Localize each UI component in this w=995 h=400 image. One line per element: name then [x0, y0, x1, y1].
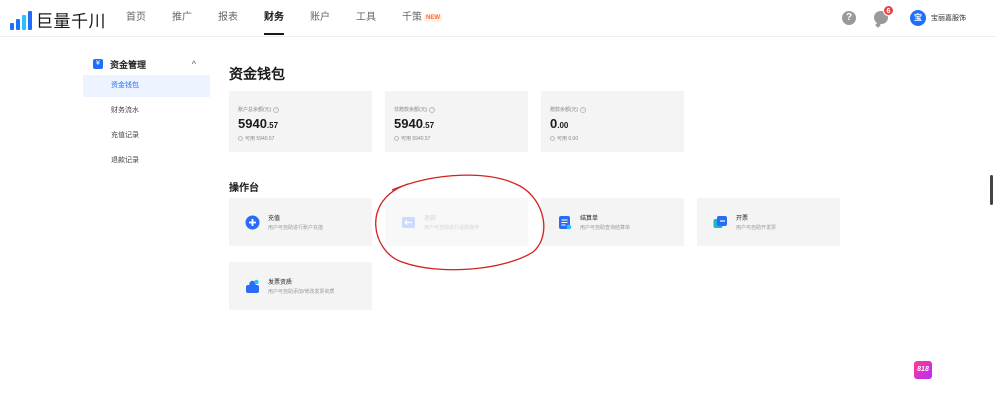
avatar[interactable]: 宝 [910, 10, 926, 26]
message-count-badge: 6 [883, 5, 894, 16]
stat-available: 可用 5940.57 [245, 136, 275, 142]
stat-card-total-balance: 账户总余额(元) ? 5940.57 可用 5940.57 [229, 91, 372, 152]
info-icon[interactable]: ? [580, 106, 587, 113]
refund-icon [401, 215, 416, 230]
op-name: 充值 [268, 216, 281, 222]
nav-qiance[interactable]: 千策 NEW [389, 0, 455, 37]
yuan-icon: ¥ [93, 59, 103, 69]
stat-value: 0.00 [550, 116, 675, 131]
op-card-invoice-qualification[interactable]: 发票资质 用户可自助添加/修改发票资质 [229, 262, 372, 310]
info-icon[interactable]: ? [273, 106, 280, 113]
sidebar-item-recharge-records[interactable]: 充值记录 [83, 125, 210, 147]
logo[interactable]: 巨量千川 [10, 7, 106, 32]
nav-qiance-label: 千策 [402, 12, 422, 23]
logo-mark-icon [10, 10, 32, 30]
stat-label: 非赠款余额(元) [394, 107, 428, 113]
op-name: 结算单 [580, 216, 599, 222]
stat-value-dec: .57 [266, 121, 279, 130]
nav-finance[interactable]: 财务 [251, 0, 297, 37]
info-icon[interactable]: ? [429, 106, 436, 113]
stat-value-int: 5940 [238, 116, 267, 131]
sidebar-group-fund-management[interactable]: ¥ 资金管理 ^ [83, 56, 210, 72]
new-badge: NEW [424, 14, 442, 22]
stat-value-int: 5940 [394, 116, 423, 131]
op-card-refund[interactable]: 退款 用户可自助进行退款操作 [385, 198, 528, 246]
sidebar: ¥ 资金管理 ^ 资金钱包 财务流水 充值记录 退款记录 [83, 56, 210, 172]
stat-sub-row: 可用 5940.57 [394, 135, 519, 142]
invoice-icon [713, 215, 728, 230]
stat-available: 可用 5940.57 [401, 136, 431, 142]
scrollbar-handle[interactable] [990, 175, 993, 205]
op-card-recharge[interactable]: 充值 用户可自助进行账户充值 [229, 198, 372, 246]
statement-icon [557, 215, 572, 230]
stat-label-row: 非赠款余额(元) ? [394, 106, 519, 113]
nav-account[interactable]: 账户 [297, 0, 343, 37]
stat-sub-row: 可用 0.00 [550, 135, 675, 142]
nav-reports[interactable]: 报表 [205, 0, 251, 37]
op-text: 退款 用户可自助进行退款操作 [424, 213, 479, 231]
op-desc: 用户可自助进行账户充值 [268, 225, 324, 231]
op-text: 发票资质 用户可自助添加/修改发票资质 [268, 277, 334, 295]
stat-value: 5940.57 [238, 116, 363, 131]
op-name: 开票 [736, 216, 749, 222]
nav-tools[interactable]: 工具 [343, 0, 389, 37]
sidebar-item-transactions[interactable]: 财务流水 [83, 100, 210, 122]
stat-label-row: 账户总余额(元) ? [238, 106, 363, 113]
stat-value: 5940.57 [394, 116, 519, 131]
sidebar-group-label: 资金管理 [110, 59, 147, 70]
sidebar-item-wallet[interactable]: 资金钱包 [83, 75, 210, 97]
plus-circle-icon [245, 215, 260, 230]
stat-label: 赠款余额(元) [550, 107, 579, 113]
op-name: 退款 [424, 216, 437, 222]
stat-label: 账户总余额(元) [238, 107, 272, 113]
main-nav: 首页 推广 报表 财务 账户 工具 千策 NEW [113, 0, 455, 37]
op-name: 发票资质 [268, 280, 293, 286]
stat-label-row: 赠款余额(元) ? [550, 106, 675, 113]
top-bar: 巨量千川 首页 推广 报表 财务 账户 工具 千策 NEW ? 6 宝 宝丽嘉服饰 [0, 0, 995, 37]
qualification-icon [245, 279, 260, 294]
stat-card-grant-balance: 赠款余额(元) ? 0.00 可用 0.00 [541, 91, 684, 152]
nav-home[interactable]: 首页 [113, 0, 159, 37]
page-title: 资金钱包 [229, 66, 285, 82]
stat-value-dec: .00 [557, 121, 569, 130]
op-card-invoice[interactable]: 开票 用户可自助开发票 [697, 198, 840, 246]
op-card-statement[interactable]: 结算单 用户可自助查询结算单 [541, 198, 684, 246]
op-text: 开票 用户可自助开发票 [736, 213, 776, 231]
nav-promote[interactable]: 推广 [159, 0, 205, 37]
sidebar-item-refund-records[interactable]: 退款记录 [83, 150, 210, 172]
op-text: 结算单 用户可自助查询结算单 [580, 213, 630, 231]
op-text: 充值 用户可自助进行账户充值 [268, 213, 323, 231]
op-desc: 用户可自助开发票 [736, 225, 777, 231]
stat-card-non-grant-balance: 非赠款余额(元) ? 5940.57 可用 5940.57 [385, 91, 528, 152]
ops-section-title: 操作台 [229, 183, 259, 194]
op-desc: 用户可自助添加/修改发票资质 [268, 289, 335, 295]
logo-text: 巨量千川 [36, 12, 106, 31]
available-icon [394, 136, 399, 141]
help-icon[interactable]: ? [842, 11, 856, 25]
stat-sub-row: 可用 5940.57 [238, 135, 363, 142]
promo-818-icon[interactable]: 818 [914, 361, 932, 379]
op-desc: 用户可自助进行退款操作 [424, 225, 480, 231]
username[interactable]: 宝丽嘉服饰 [931, 13, 966, 23]
chevron-up-icon: ^ [191, 59, 196, 69]
stat-value-dec: .57 [422, 121, 435, 130]
op-desc: 用户可自助查询结算单 [580, 225, 631, 231]
available-icon [550, 136, 555, 141]
available-icon [238, 136, 243, 141]
stat-available: 可用 0.00 [557, 136, 579, 142]
